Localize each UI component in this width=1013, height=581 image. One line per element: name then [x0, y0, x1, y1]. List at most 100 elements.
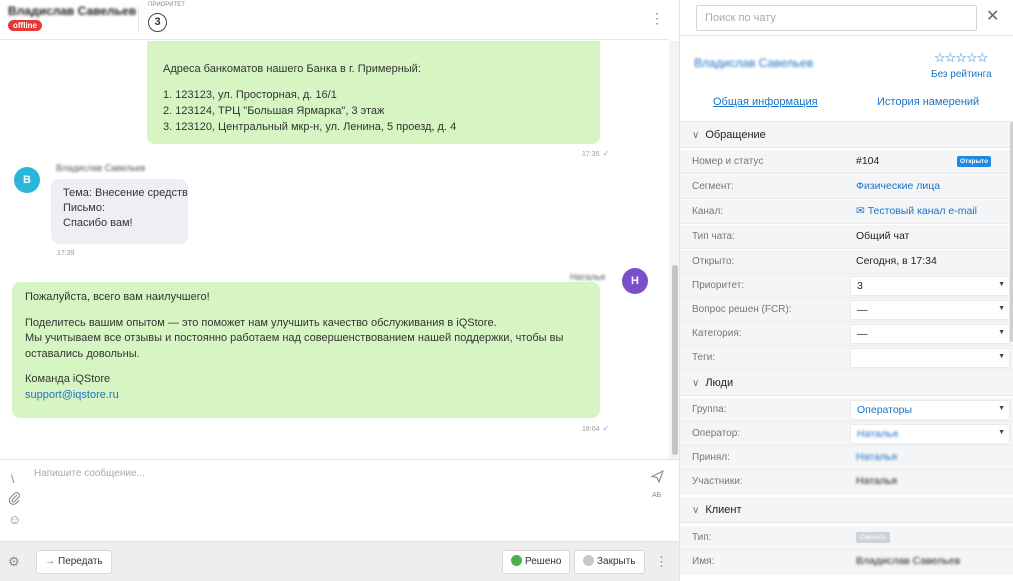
- category-select[interactable]: — ▼: [850, 324, 1010, 344]
- close-chat-button[interactable]: Закрыть: [574, 550, 645, 574]
- field-label: Вопрос решен (FCR):: [692, 304, 792, 315]
- arrow-right-icon: →: [45, 556, 55, 567]
- tab-intent-history[interactable]: История намерений: [877, 96, 979, 108]
- sender-name: Наталья: [570, 272, 606, 282]
- section-title: Клиент: [705, 504, 742, 516]
- select-value: Операторы: [857, 404, 913, 416]
- message-bubble-operator: Пожалуйста, всего вам наилучшего! Подели…: [12, 282, 600, 418]
- read-check-icon: ✓: [602, 149, 610, 158]
- segment-link[interactable]: Физические лица: [856, 180, 940, 192]
- client-name-link[interactable]: Владислав Савельев: [694, 56, 813, 70]
- field-participants: Участники: Наталья: [680, 470, 1013, 494]
- rating-label: Без рейтинга: [931, 69, 992, 80]
- field-fcr: Вопрос решен (FCR): — ▼: [680, 298, 1013, 322]
- change-type-button[interactable]: Сменить: [856, 532, 891, 543]
- field-label: Приоритет:: [692, 280, 745, 291]
- message-line: 2. 123124, ТРЦ "Большая Ярмарка", 3 этаж: [163, 105, 385, 117]
- sender-name: Владислав Савельев: [56, 163, 146, 173]
- field-value: Наталья: [856, 475, 898, 487]
- group-select[interactable]: Операторы ▼: [850, 400, 1010, 420]
- priority-indicator[interactable]: 3: [148, 13, 167, 32]
- tab-general-info[interactable]: Общая информация: [713, 96, 818, 108]
- close-label: Закрыть: [597, 556, 636, 567]
- message-line: Мы учитываем все отзывы и постоянно рабо…: [25, 332, 564, 344]
- section-client[interactable]: ∨ Клиент: [680, 497, 1013, 523]
- close-icon[interactable]: ✕: [986, 6, 999, 26]
- tags-select[interactable]: ▼: [850, 348, 1010, 368]
- message-time-text: 18:04: [582, 426, 600, 433]
- forward-button[interactable]: → Передать: [36, 550, 112, 574]
- message-time: 17:39: [57, 250, 75, 257]
- client-card: Владислав Савельев ☆☆☆☆☆ Без рейтинга Об…: [680, 36, 1013, 122]
- message-bubble-client: Тема: Внесение средств Письмо: Спасибо в…: [51, 179, 188, 244]
- field-label: Принял:: [692, 452, 730, 463]
- field-value: Владислав Савельев: [856, 555, 961, 567]
- field-priority: Приоритет: 3 ▼: [680, 274, 1013, 298]
- emoji-icon[interactable]: ☺: [8, 512, 21, 527]
- section-title: Люди: [705, 377, 734, 389]
- message-line: 3. 123120, Центральный мкр-н, ул. Ленина…: [163, 121, 457, 133]
- message-line: Письмо:: [63, 202, 106, 214]
- field-label: Номер и статус: [692, 156, 764, 167]
- search-input[interactable]: [696, 5, 977, 31]
- message-line: Тема: Внесение средств: [63, 187, 188, 199]
- dropdown-arrow-icon: ▼: [998, 281, 1005, 288]
- more-vertical-icon[interactable]: ⋮: [655, 554, 668, 570]
- field-label: Группа:: [692, 404, 727, 415]
- field-operator: Оператор: Наталья ▼: [680, 422, 1013, 446]
- chevron-down-icon: ∨: [692, 505, 700, 516]
- field-label: Канал:: [692, 206, 724, 217]
- scrollbar[interactable]: [672, 265, 678, 455]
- message-line: Пожалуйста, всего вам наилучшего!: [25, 291, 210, 303]
- message-list: Адреса банкоматов нашего Банка в г. Прим…: [0, 41, 669, 459]
- section-people[interactable]: ∨ Люди: [680, 370, 1013, 396]
- priority-select[interactable]: 3 ▼: [850, 276, 1010, 296]
- message-input[interactable]: [34, 468, 594, 532]
- check-circle-icon: [511, 554, 522, 566]
- attach-icon[interactable]: [8, 491, 20, 508]
- chat-pane: Владислав Савельев offline приоритет 3 ⋮…: [0, 0, 679, 581]
- spellcheck-icon[interactable]: АБ: [652, 492, 661, 499]
- section-title: Обращение: [705, 129, 766, 141]
- field-value: #104: [856, 155, 880, 167]
- field-label: Оператор:: [692, 428, 741, 439]
- avatar: В: [14, 167, 40, 193]
- send-icon[interactable]: [650, 469, 664, 486]
- message-title: Адреса банкоматов нашего Банка в г. Прим…: [163, 63, 421, 75]
- message-time-text: 17:35: [582, 151, 600, 158]
- field-label: Теги:: [692, 352, 716, 363]
- dropdown-arrow-icon: ▼: [998, 329, 1005, 336]
- chat-header: Владислав Савельев offline приоритет 3 ⋮: [0, 0, 669, 40]
- rating-stars-icon[interactable]: ☆☆☆☆☆: [934, 50, 988, 66]
- message-line: Поделитесь вашим опытом — это поможет на…: [25, 316, 497, 329]
- chevron-down-icon: ∨: [692, 130, 700, 141]
- accepted-link[interactable]: Наталья: [856, 451, 897, 463]
- settings-icon[interactable]: ⚙: [8, 554, 20, 570]
- status-badge: Открыто: [957, 156, 992, 167]
- mail-icon: ✉: [856, 205, 868, 217]
- status-badge: offline: [8, 20, 42, 31]
- email-link[interactable]: support@iqstore.ru: [25, 389, 119, 401]
- field-category: Категория: — ▼: [680, 322, 1013, 346]
- message-bubble-operator: Адреса банкоматов нашего Банка в г. Прим…: [147, 41, 600, 144]
- info-panel: ✕ Владислав Савельев ☆☆☆☆☆ Без рейтинга …: [679, 0, 1013, 581]
- field-value: Общий чат: [856, 230, 910, 242]
- field-segment: Сегмент: Физические лица: [680, 175, 1013, 199]
- resolved-button[interactable]: Решено: [502, 550, 571, 574]
- slash-command-icon[interactable]: \: [11, 472, 14, 486]
- field-label: Участники:: [692, 476, 743, 487]
- fcr-select[interactable]: — ▼: [850, 300, 1010, 320]
- select-value: 3: [857, 280, 863, 292]
- message-line: Спасибо вам!: [63, 217, 133, 229]
- channel-value: Тестовый канал e-mail: [867, 205, 978, 217]
- operator-select[interactable]: Наталья ▼: [850, 424, 1010, 444]
- select-value: Наталья: [857, 428, 899, 440]
- field-label: Открыто:: [692, 256, 735, 267]
- select-value: —: [857, 304, 868, 316]
- field-label: Категория:: [692, 328, 742, 339]
- more-vertical-icon[interactable]: ⋮: [650, 10, 664, 27]
- channel-link[interactable]: ✉ Тестовый канал e-mail: [856, 205, 977, 217]
- field-opened: Открыто: Сегодня, в 17:34: [680, 250, 1013, 274]
- section-appeal[interactable]: ∨ Обращение: [680, 122, 1013, 148]
- client-name[interactable]: Владислав Савельев: [8, 4, 136, 18]
